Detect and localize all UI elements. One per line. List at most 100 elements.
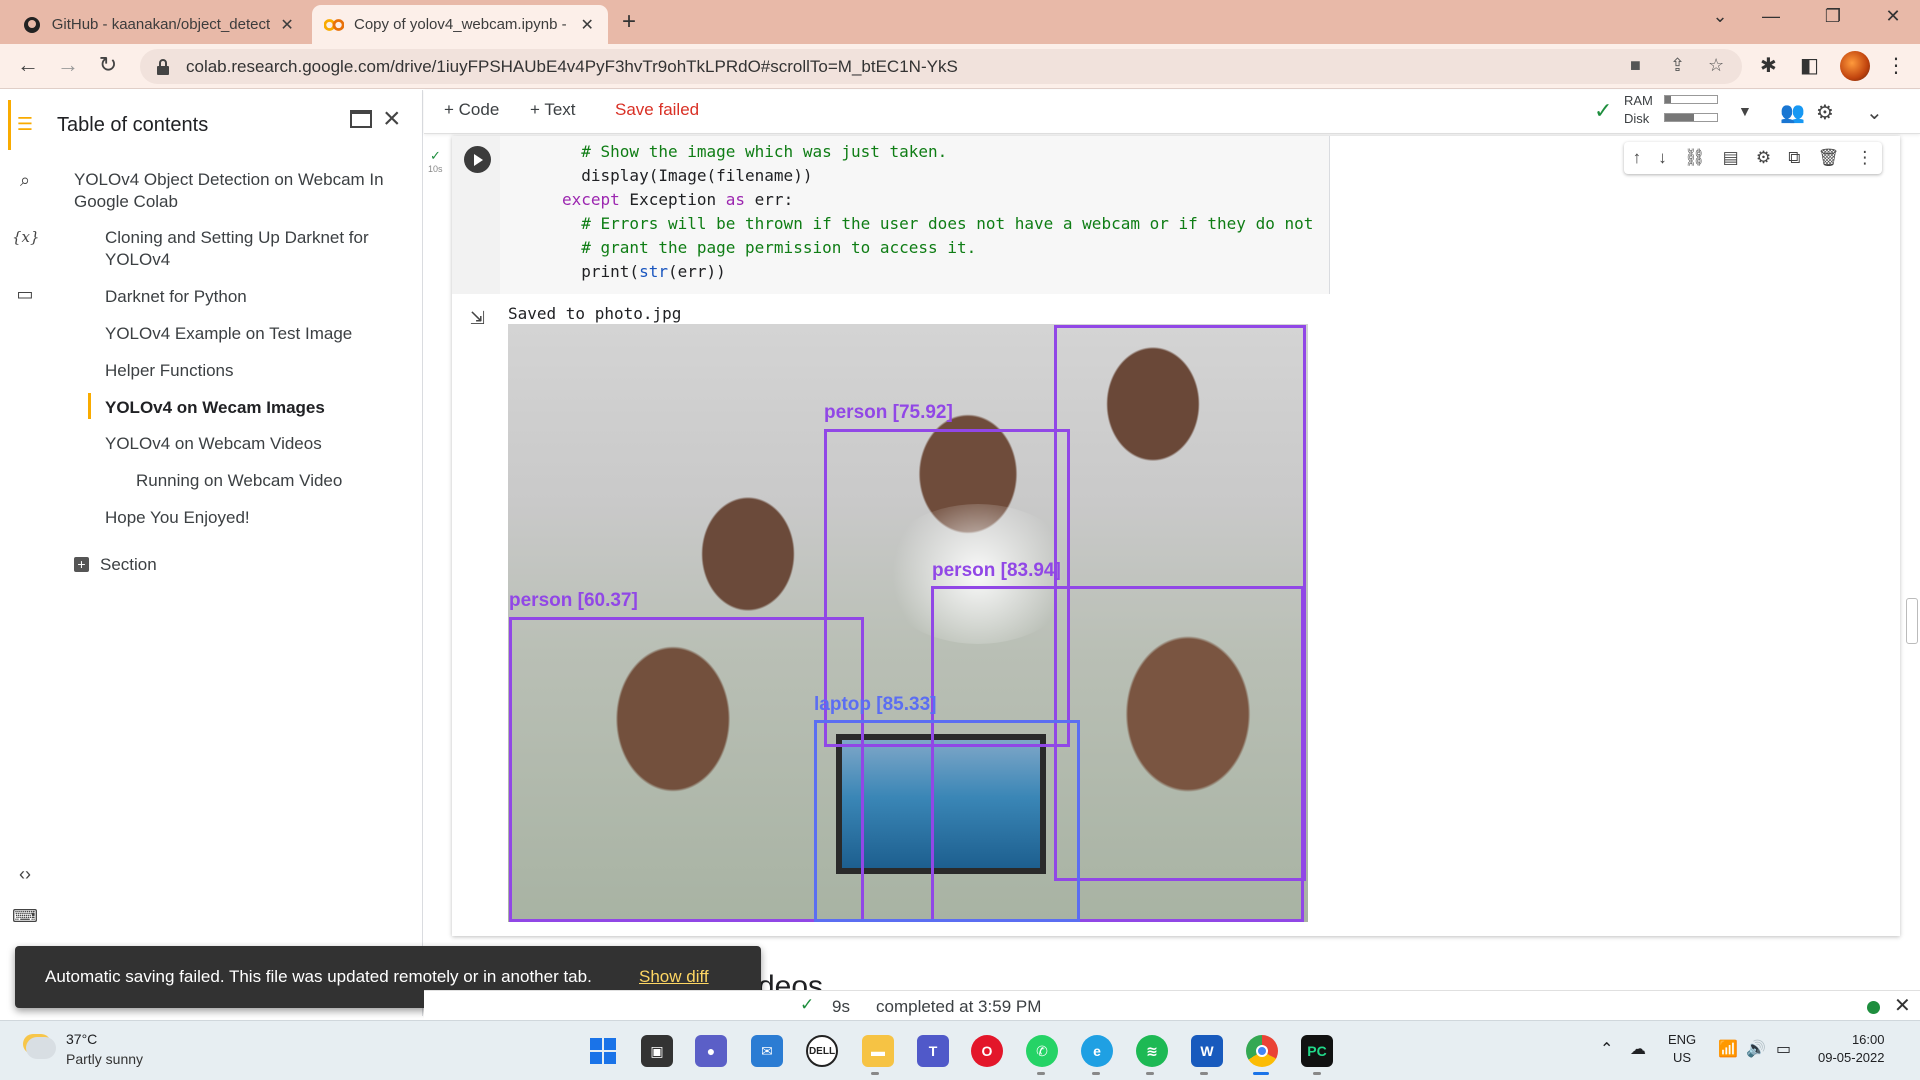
active-panel-indicator [8, 100, 11, 150]
disk-meter-fill [1665, 114, 1694, 121]
share-users-icon[interactable]: 👥 [1780, 100, 1805, 125]
share-icon[interactable]: ⇪ [1670, 55, 1685, 76]
toc-item[interactable]: YOLOv4 Object Detection on Webcam In Goo… [74, 169, 394, 213]
tab-colab[interactable]: Copy of yolov4_webcam.ipynb - C ✕ [312, 5, 608, 44]
save-status[interactable]: Save failed [615, 100, 699, 120]
window-close-icon[interactable]: ✕ [1878, 6, 1908, 27]
status-completed[interactable]: completed at 3:59 PM [876, 997, 1041, 1017]
dell-icon[interactable]: DELL [806, 1035, 838, 1067]
toc-item[interactable]: YOLOv4 Example on Test Image [105, 323, 352, 345]
chat-icon[interactable]: ● [695, 1035, 727, 1067]
start-menu-icon[interactable] [587, 1035, 619, 1067]
extensions-icon[interactable]: ✱ [1760, 53, 1777, 78]
toc-item[interactable]: Darknet for Python [105, 286, 247, 308]
teams-icon[interactable]: T [917, 1035, 949, 1067]
forward-arrow-icon[interactable]: → [54, 52, 82, 78]
sidebar-icon-rail: ☰ ⌕ {x} ▭ ‹› ⌨ [0, 90, 50, 1016]
side-panel-icon[interactable]: ◧ [1800, 53, 1819, 78]
camera-icon[interactable]: ■ [1630, 55, 1641, 76]
add-section-icon[interactable]: + [74, 557, 89, 572]
pycharm-icon[interactable]: PC [1301, 1035, 1333, 1067]
wifi-icon[interactable]: 📶 [1718, 1039, 1738, 1059]
mirror-cell-icon[interactable]: ⧉ [1788, 148, 1800, 168]
link-icon[interactable]: ⛓ [1684, 148, 1706, 168]
minimize-icon[interactable]: — [1756, 6, 1786, 27]
search-icon[interactable]: ⌕ [12, 170, 38, 191]
bookmark-star-icon[interactable]: ☆ [1708, 55, 1724, 76]
tab-close-icon[interactable]: ✕ [578, 15, 596, 35]
toc-item[interactable]: Helper Functions [105, 360, 234, 382]
output-options-icon[interactable]: ⇲ [470, 308, 485, 329]
onedrive-cloud-icon[interactable]: ☁ [1630, 1039, 1646, 1059]
detection-box-laptop [814, 720, 1080, 922]
toc-title: Table of contents [57, 114, 209, 136]
move-down-icon[interactable]: ↓ [1658, 148, 1667, 168]
weather-description[interactable]: Partly sunny [66, 1051, 143, 1067]
mail-icon[interactable]: ✉ [751, 1035, 783, 1067]
running-indicator [1092, 1072, 1100, 1075]
github-icon [22, 15, 42, 35]
command-palette-icon[interactable]: ⌨ [12, 906, 38, 927]
input-language[interactable]: ENG US [1668, 1031, 1696, 1067]
ram-meter [1664, 95, 1718, 104]
whatsapp-icon[interactable]: ✆ [1026, 1035, 1058, 1067]
run-cell-button[interactable] [464, 146, 491, 173]
task-view-icon[interactable]: ▣ [641, 1035, 673, 1067]
cell-settings-icon[interactable]: ⚙ [1756, 148, 1771, 168]
code-snippets-icon[interactable]: ‹› [12, 864, 38, 885]
browser-tab-strip: GitHub - kaanakan/object_detect ✕ Copy o… [0, 0, 1920, 44]
add-section-button[interactable]: Section [100, 554, 157, 576]
comment-icon[interactable]: ▤ [1723, 148, 1739, 168]
tab-search-chevron-icon[interactable]: ⌄ [1705, 6, 1735, 27]
toc-item[interactable]: Running on Webcam Video [136, 470, 342, 492]
profile-avatar[interactable] [1840, 51, 1870, 81]
code-token: # Errors will be thrown if the user does… [581, 214, 1314, 233]
delete-icon[interactable]: 🗑 [1818, 148, 1840, 168]
toc-item[interactable]: Cloning and Setting Up Darknet for YOLOv… [105, 227, 395, 271]
code-token: display(Image(filename)) [581, 166, 813, 185]
new-tab-button[interactable]: + [622, 8, 636, 36]
word-icon[interactable]: W [1191, 1035, 1223, 1067]
toc-item[interactable]: Hope You Enjoyed! [105, 507, 250, 529]
chrome-icon[interactable] [1246, 1035, 1278, 1067]
lang-code: ENG [1668, 1032, 1697, 1047]
close-icon[interactable]: × [383, 102, 401, 136]
add-code-cell-button[interactable]: + Code [444, 100, 499, 120]
weather-temperature[interactable]: 37°C [66, 1031, 97, 1047]
volume-icon[interactable]: 🔊 [1746, 1039, 1766, 1059]
restore-icon[interactable]: ❐ [1818, 6, 1848, 27]
add-text-cell-button[interactable]: + Text [530, 100, 576, 120]
reload-icon[interactable]: ↻ [94, 52, 122, 78]
tab-close-icon[interactable]: ✕ [278, 15, 296, 35]
toc-item-active[interactable]: YOLOv4 on Wecam Images [105, 397, 325, 419]
files-folder-icon[interactable]: ▭ [12, 284, 38, 305]
settings-gear-icon[interactable]: ⚙ [1816, 100, 1834, 125]
collapse-header-chevron-icon[interactable]: ⌄ [1866, 100, 1883, 125]
spotify-icon[interactable]: ≋ [1136, 1035, 1168, 1067]
runtime-dropdown-icon[interactable]: ▼ [1738, 103, 1752, 119]
code-line: print(str(err)) [562, 262, 726, 282]
address-bar[interactable]: colab.research.google.com/drive/1iuyFPSH… [140, 49, 1742, 84]
popout-window-icon[interactable] [350, 110, 372, 128]
edge-icon[interactable]: e [1081, 1035, 1113, 1067]
resource-labels[interactable]: RAM Disk [1624, 92, 1653, 128]
close-status-icon[interactable]: ✕ [1894, 993, 1911, 1018]
back-arrow-icon[interactable]: ← [14, 52, 42, 78]
show-diff-button[interactable]: Show diff [639, 967, 709, 987]
variables-icon[interactable]: {x} [12, 228, 40, 246]
detection-label: person [83.94] [932, 560, 1061, 581]
toc-item[interactable]: YOLOv4 on Webcam Videos [105, 433, 322, 455]
table-of-contents-icon[interactable]: ☰ [12, 114, 38, 135]
opera-icon[interactable]: O [971, 1035, 1003, 1067]
page-scrollbar-thumb[interactable] [1906, 598, 1918, 644]
tab-github[interactable]: GitHub - kaanakan/object_detect ✕ [10, 5, 308, 44]
battery-icon[interactable]: ▭ [1776, 1039, 1791, 1059]
system-clock[interactable]: 16:00 09-05-2022 [1818, 1031, 1885, 1067]
weather-partly-sunny-icon[interactable] [26, 1037, 56, 1059]
show-hidden-icons-chevron[interactable]: ⌃ [1600, 1039, 1613, 1059]
code-cell[interactable]: ✓ 10s # Show the image which was just ta… [428, 136, 1900, 936]
browser-menu-icon[interactable]: ⋮ [1886, 53, 1906, 78]
file-explorer-icon[interactable]: ▬ [862, 1035, 894, 1067]
move-up-icon[interactable]: ↑ [1633, 148, 1642, 168]
more-options-icon[interactable]: ⋮ [1856, 148, 1873, 168]
